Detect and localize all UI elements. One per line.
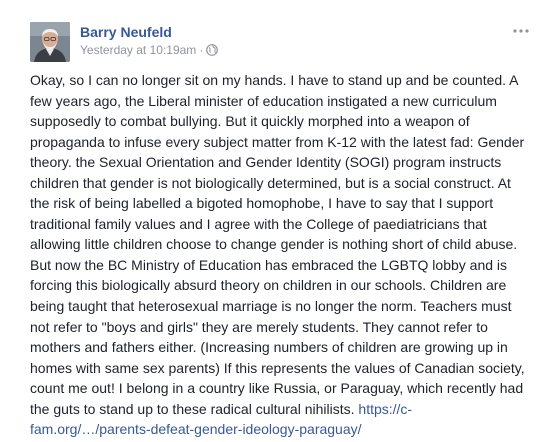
post-meta: Yesterday at 10:19am · [80, 43, 219, 57]
post-body: Okay, so I can no longer sit on my hands… [30, 70, 530, 440]
post-timestamp[interactable]: Yesterday at 10:19am [80, 43, 196, 57]
author-name[interactable]: Barry Neufeld [80, 24, 172, 40]
post-text: Okay, so I can no longer sit on my hands… [30, 72, 525, 417]
post-header: Barry Neufeld Yesterday at 10:19am · [30, 22, 532, 66]
author-avatar[interactable] [30, 22, 70, 62]
avatar-image [30, 22, 70, 62]
globe-icon[interactable] [206, 44, 219, 56]
more-options-icon[interactable] [510, 24, 532, 38]
facebook-post: Barry Neufeld Yesterday at 10:19am · Oka… [0, 0, 552, 442]
meta-separator: · [199, 43, 204, 57]
